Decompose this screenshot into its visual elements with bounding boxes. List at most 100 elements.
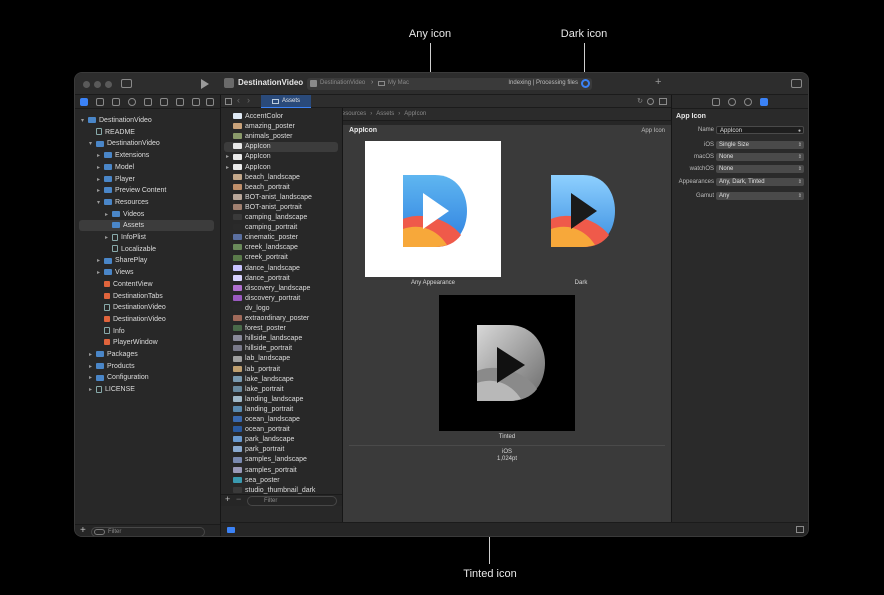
asset-item[interactable]: camping_portrait [224, 223, 338, 233]
platform-select[interactable]: None ⇕ [716, 153, 804, 161]
source-control-tab-icon[interactable] [96, 98, 104, 106]
gamut-select[interactable]: Any ⇕ [716, 192, 804, 200]
chevron-right-icon[interactable]: ▸ [89, 362, 96, 373]
chevron-right-icon[interactable]: ▸ [97, 186, 104, 197]
navigator-item[interactable]: ▸ Player [79, 174, 214, 185]
asset-item[interactable]: discovery_portrait [224, 294, 338, 304]
help-inspector-icon[interactable] [744, 98, 752, 106]
debug-tab-icon[interactable] [176, 98, 184, 106]
navigator-item[interactable]: ▾ Resources [79, 197, 214, 208]
navigator-item[interactable]: ▾ DestinationVideo [79, 138, 214, 149]
asset-item[interactable]: hillside_portrait [224, 344, 338, 354]
tinted-well[interactable] [439, 295, 575, 431]
asset-item[interactable]: lab_landscape [224, 354, 338, 364]
chevron-right-icon[interactable]: ▸ [97, 163, 104, 174]
panel-toggle-icon[interactable] [796, 526, 804, 533]
add-file-icon[interactable]: + [80, 525, 86, 536]
asset-item[interactable]: AppIcon [224, 142, 338, 153]
chevron-right-icon[interactable]: ▸ [89, 385, 96, 396]
navigator-item[interactable]: DestinationVideo [79, 314, 214, 325]
report-tab-icon[interactable] [206, 98, 214, 106]
asset-filter-input[interactable]: Filter [247, 496, 337, 506]
search-tab-icon[interactable] [128, 98, 136, 106]
chevron-right-icon[interactable]: ▸ [97, 268, 104, 279]
asset-item[interactable]: creek_portrait [224, 253, 338, 263]
asset-item[interactable]: BOT-anist_portrait [224, 203, 338, 213]
grid-icon[interactable] [225, 98, 232, 105]
chevron-right-icon[interactable]: ▸ [97, 256, 104, 267]
debug-area-icon[interactable] [227, 527, 235, 533]
asset-item[interactable]: AccentColor [224, 112, 338, 122]
navigator-item[interactable]: ▸ Model [79, 162, 214, 173]
close-button[interactable] [83, 81, 90, 88]
chevron-right-icon[interactable]: ▸ [89, 373, 96, 384]
folder-tab-icon[interactable] [80, 98, 88, 106]
chevron-right-icon[interactable]: ▸ [226, 163, 233, 173]
chevron-down-icon[interactable]: ▾ [89, 139, 96, 150]
navigator-item[interactable]: DestinationVideo [79, 302, 214, 313]
navigator-item[interactable]: ▸ Extensions [79, 150, 214, 161]
chevron-right-icon[interactable]: ▸ [97, 175, 104, 186]
asset-item[interactable]: beach_landscape [224, 173, 338, 183]
chevron-down-icon[interactable]: ▾ [97, 198, 104, 209]
asset-item[interactable]: lab_portrait [224, 365, 338, 375]
forward-icon[interactable]: › [247, 95, 250, 105]
clear-icon[interactable]: ● [798, 127, 801, 135]
tab-assets[interactable]: Assets [261, 95, 311, 108]
run-button-icon[interactable] [201, 79, 209, 89]
asset-item[interactable]: samples_landscape [224, 455, 338, 465]
asset-item[interactable]: dance_portrait [224, 274, 338, 284]
remove-asset-icon[interactable]: − [236, 494, 241, 504]
navigator-item[interactable]: DestinationTabs [79, 291, 214, 302]
navigator-item[interactable]: ContentView [79, 279, 214, 290]
navigator-item[interactable]: Info [79, 326, 214, 337]
chevron-right-icon[interactable]: ▸ [226, 152, 233, 162]
add-asset-icon[interactable]: + [225, 494, 230, 504]
asset-item[interactable]: samples_portrait [224, 466, 338, 476]
split-editor-icon[interactable] [659, 98, 667, 105]
name-field[interactable]: AppIcon ● [716, 126, 804, 134]
navigator-filter-input[interactable]: Filter [91, 527, 205, 536]
navigator-item[interactable]: PlayerWindow [79, 337, 214, 348]
asset-item[interactable]: amazing_poster [224, 122, 338, 132]
asset-item[interactable]: park_landscape [224, 435, 338, 445]
add-icon[interactable]: + [655, 76, 661, 88]
file-inspector-icon[interactable] [712, 98, 720, 106]
dark-well[interactable] [513, 141, 649, 277]
appearances-select[interactable]: Any, Dark, Tinted ⇕ [716, 178, 804, 186]
history-inspector-icon[interactable] [728, 98, 736, 106]
navigator-item[interactable]: ▸ LICENSE [79, 384, 214, 395]
tests-tab-icon[interactable] [160, 98, 168, 106]
navigator-item[interactable]: ▸ Views [79, 267, 214, 278]
asset-item[interactable]: ocean_landscape [224, 415, 338, 425]
navigator-item[interactable]: ▸ Preview Content [79, 185, 214, 196]
asset-item[interactable]: BOT-anist_landscape [224, 193, 338, 203]
navigator-item[interactable]: ▸ Products [79, 361, 214, 372]
asset-item[interactable]: animals_poster [224, 132, 338, 142]
asset-item[interactable]: creek_landscape [224, 243, 338, 253]
navigator-item[interactable]: ▸ Configuration [79, 372, 214, 383]
asset-item[interactable]: extraordinary_poster [224, 314, 338, 324]
destination-selector[interactable]: DestinationVideo › My Mac Indexing | Pro… [307, 78, 592, 90]
asset-item[interactable]: dance_landscape [224, 264, 338, 274]
asset-item[interactable]: landing_landscape [224, 395, 338, 405]
platform-select[interactable]: None ⇕ [716, 165, 804, 173]
zoom-button[interactable] [105, 81, 112, 88]
asset-item[interactable]: sea_poster [224, 476, 338, 486]
breadcrumb-item[interactable]: AppIcon [404, 111, 426, 117]
asset-item[interactable]: camping_landscape [224, 213, 338, 223]
chevron-down-icon[interactable]: ▾ [81, 116, 88, 127]
inspector-toggle-icon[interactable] [791, 79, 802, 88]
chevron-right-icon[interactable]: ▸ [105, 210, 112, 221]
asset-item[interactable]: hillside_landscape [224, 334, 338, 344]
platform-select[interactable]: Single Size ⇕ [716, 141, 804, 149]
breadcrumb-item[interactable]: Assets [376, 111, 394, 117]
asset-item[interactable]: forest_poster [224, 324, 338, 334]
issues-tab-icon[interactable] [144, 98, 152, 106]
chevron-right-icon[interactable]: ▸ [97, 151, 104, 162]
navigator-item[interactable]: Assets [79, 220, 214, 232]
asset-item[interactable]: ▸ AppIcon [224, 152, 338, 162]
asset-item[interactable]: beach_portrait [224, 183, 338, 193]
minimize-button[interactable] [94, 81, 101, 88]
breakpoints-tab-icon[interactable] [192, 98, 200, 106]
